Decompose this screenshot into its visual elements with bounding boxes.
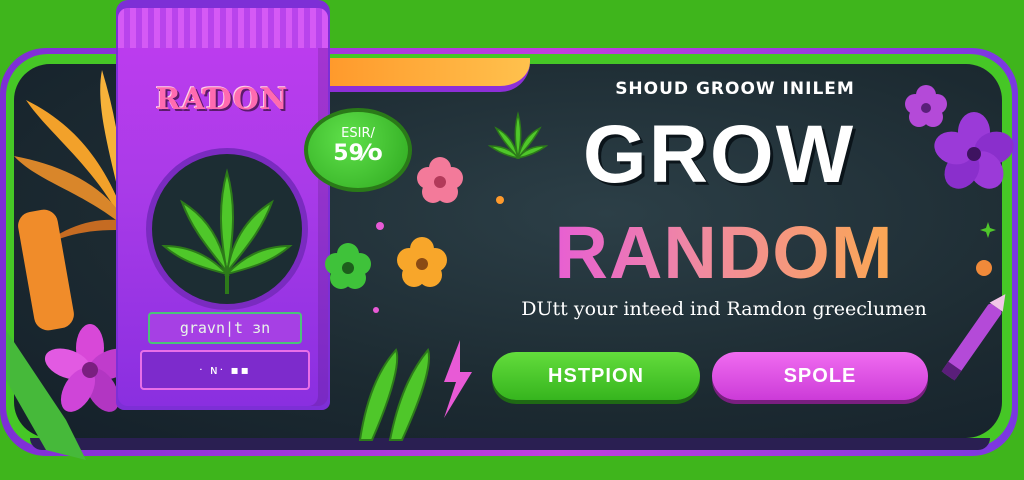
primary-cta-button[interactable]: HSTPION (492, 352, 700, 400)
discount-badge-caption: ESIR/ (341, 126, 375, 141)
cannabis-leaf-icon (161, 168, 293, 294)
flower-icon (934, 112, 1014, 189)
sparkle-icon (976, 260, 992, 276)
seed-packet-crimp (118, 8, 328, 48)
flower-icon (417, 157, 463, 203)
sparkle-icon (373, 307, 379, 313)
pepper-icon (358, 347, 430, 441)
sparkle-icon (376, 222, 384, 230)
headline-title-line2: RANDOM (494, 210, 954, 295)
tagline: DUtt your inteed ind Ramdon greeclumen (521, 298, 927, 320)
seed-packet: RAƊON gravn|t ɜn ᐧ ɴᐧ ▪▪ (118, 8, 328, 406)
banner-top-accent (330, 58, 530, 92)
seed-packet-brand: RAƊON (155, 82, 289, 117)
seed-packet-emblem (146, 148, 308, 310)
subheadline: SHOUD GROOW INILEM (615, 79, 855, 99)
flower-icon (325, 243, 371, 289)
seed-packet-label: gravn|t ɜn (148, 312, 302, 344)
sparkle-icon (980, 222, 996, 238)
carrot-icon (18, 209, 74, 331)
secondary-cta-button[interactable]: SPOLE (712, 352, 928, 400)
flower-icon (397, 237, 447, 287)
sparkle-icon (496, 196, 504, 204)
seed-packet-window: ᐧ ɴᐧ ▪▪ (140, 350, 310, 390)
lightning-icon (444, 340, 472, 418)
promo-banner: RAƊON gravn|t ɜn ᐧ ɴᐧ ▪▪ ESIR/ 59⁄o SHOU… (0, 0, 1024, 462)
flower-icon (905, 85, 947, 127)
headline-title-line1: GROW (582, 109, 856, 200)
